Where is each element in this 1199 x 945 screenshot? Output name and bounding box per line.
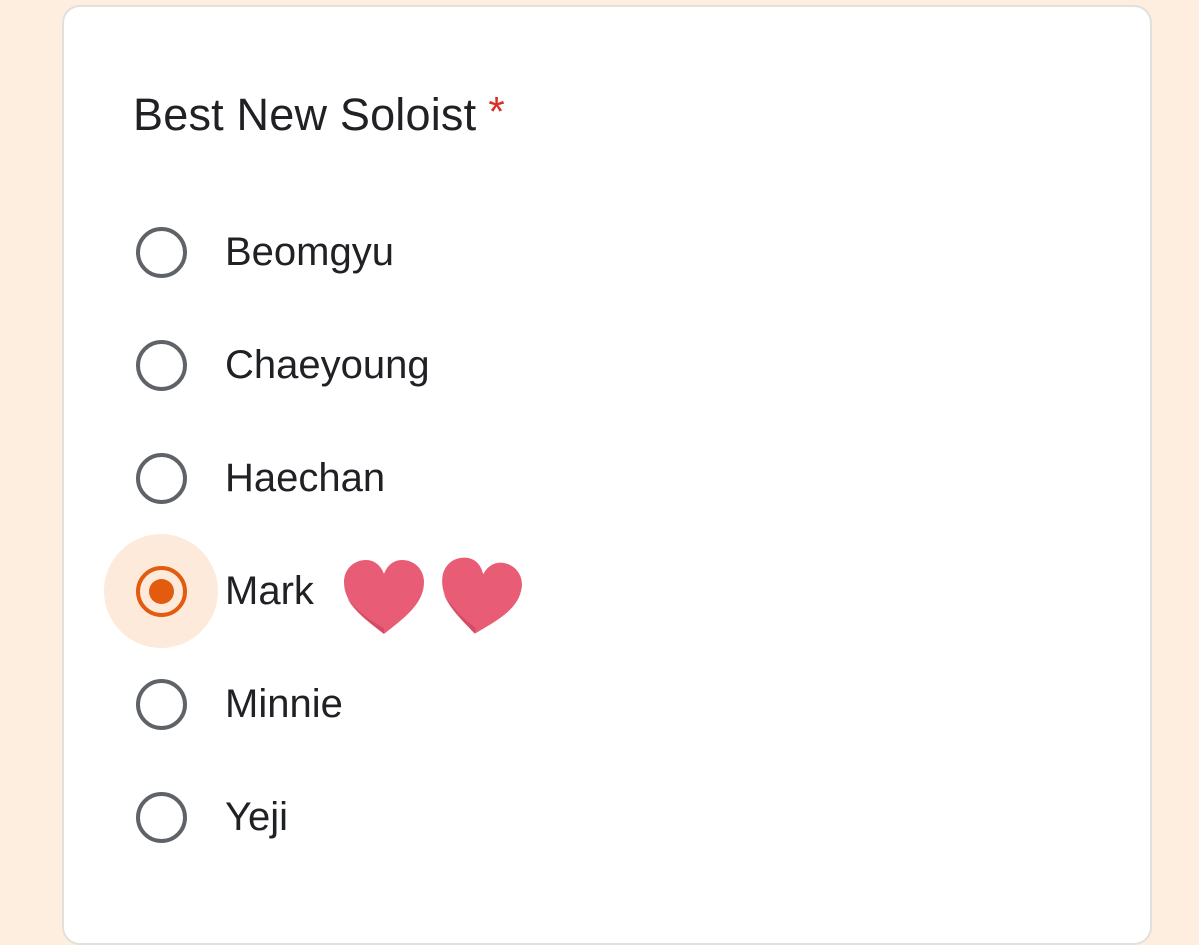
heart-icon bbox=[343, 560, 424, 634]
heart-icon bbox=[442, 557, 522, 634]
option-haechan[interactable]: Haechan bbox=[104, 423, 804, 533]
radio-button-chaeyoung[interactable] bbox=[135, 339, 187, 391]
option-minnie[interactable]: Minnie bbox=[104, 649, 804, 759]
option-label-haechan: Haechan bbox=[225, 455, 386, 500]
question-title: Best New Soloist * bbox=[133, 88, 505, 141]
option-label-chaeyoung: Chaeyoung bbox=[225, 342, 430, 387]
radio-container bbox=[104, 195, 218, 309]
option-mark[interactable]: Mark bbox=[104, 534, 804, 648]
radio-button-haechan[interactable] bbox=[135, 452, 187, 504]
option-label-beomgyu: Beomgyu bbox=[225, 229, 394, 274]
radio-button-yeji[interactable] bbox=[135, 791, 187, 843]
question-title-text: Best New Soloist bbox=[133, 89, 477, 140]
radio-container bbox=[104, 308, 218, 422]
radio-button-beomgyu[interactable] bbox=[135, 226, 187, 278]
option-label-mark: Mark bbox=[225, 568, 314, 613]
radio-selected-dot bbox=[148, 578, 174, 604]
radio-button-minnie[interactable] bbox=[135, 678, 187, 730]
radio-container bbox=[104, 421, 218, 535]
option-label-minnie: Minnie bbox=[225, 681, 343, 726]
radio-container bbox=[104, 760, 218, 874]
option-chaeyoung[interactable]: Chaeyoung bbox=[104, 310, 804, 420]
option-yeji[interactable]: Yeji bbox=[104, 762, 804, 872]
radio-container bbox=[104, 647, 218, 761]
hearts-decoration bbox=[340, 556, 532, 638]
radio-ripple-selected bbox=[104, 534, 218, 648]
radio-button-mark[interactable] bbox=[135, 565, 187, 617]
option-label-yeji: Yeji bbox=[225, 794, 289, 839]
required-asterisk: * bbox=[488, 88, 505, 135]
option-beomgyu[interactable]: Beomgyu bbox=[104, 197, 804, 307]
question-card: Best New Soloist * Beomgyu Chaeyoung Haec… bbox=[62, 5, 1152, 945]
